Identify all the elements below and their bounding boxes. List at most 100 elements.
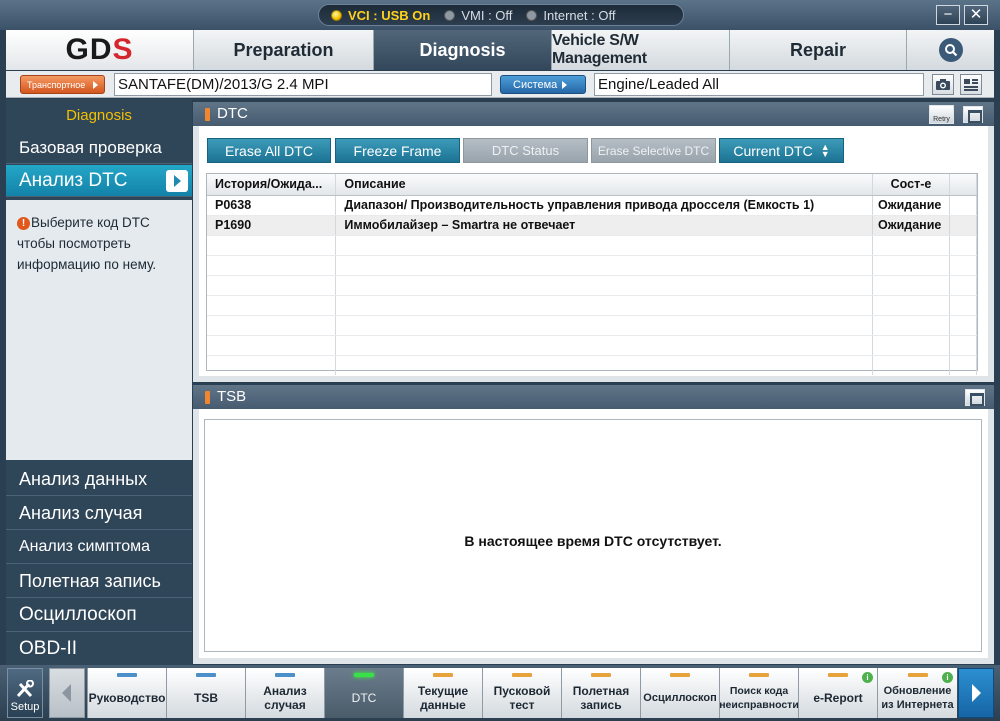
system-select-button[interactable]: Система bbox=[500, 75, 586, 94]
tool-label: DTC bbox=[351, 691, 377, 705]
indicator-icon bbox=[670, 673, 690, 677]
sidebar-item-symptom-analysis[interactable]: Анализ симптома bbox=[6, 530, 192, 564]
chevron-left-icon bbox=[62, 684, 71, 702]
internet-status-label: Internet : Off bbox=[543, 7, 616, 23]
camera-button[interactable] bbox=[932, 74, 954, 95]
vehicle-field: SANTAFE(DM)/2013/G 2.4 MPI bbox=[114, 73, 492, 96]
table-row[interactable]: P1690 Иммобилайзер – Smartra не отвечает… bbox=[207, 215, 978, 236]
toolbar-prev-button[interactable] bbox=[49, 668, 85, 718]
tool-oscilloscope[interactable]: Осциллоскоп bbox=[640, 668, 719, 718]
tool-manual[interactable]: Руководство bbox=[87, 668, 166, 718]
tool-internet-update[interactable]: i Обновление из Интернета bbox=[877, 668, 957, 718]
sidebar-item-basic-check[interactable]: Базовая проверка bbox=[6, 132, 192, 164]
tool-flight-record[interactable]: Полетная запись bbox=[561, 668, 640, 718]
column-spacer bbox=[949, 174, 978, 196]
sidebar-item-label: Анализ DTC bbox=[19, 170, 128, 191]
column-description[interactable]: Описание bbox=[335, 174, 873, 196]
dtc-code: P1690 bbox=[207, 215, 337, 236]
camera-icon bbox=[936, 79, 950, 90]
dtc-code: P0638 bbox=[207, 195, 337, 216]
sidebar-item-case-analysis[interactable]: Анализ случая bbox=[6, 496, 192, 530]
vehicle-select-button[interactable]: Транспортное средство bbox=[20, 75, 105, 94]
sidebar-item-oscilloscope[interactable]: Осциллоскоп bbox=[6, 598, 192, 632]
tool-current-data[interactable]: Текущие данные bbox=[403, 668, 482, 718]
tool-label: Обновление bbox=[883, 685, 952, 697]
vehicle-selection-row: Транспортное средство SANTAFE(DM)/2013/G… bbox=[6, 71, 994, 98]
table-row[interactable]: P0638 Диапазон/ Производительность управ… bbox=[207, 195, 978, 216]
vmi-indicator-icon bbox=[444, 9, 456, 21]
layout-button[interactable] bbox=[960, 74, 982, 95]
minimize-button[interactable]: − bbox=[936, 5, 960, 25]
connection-status: VCI : USB On VMI : Off Internet : Off bbox=[318, 4, 684, 26]
column-history[interactable]: История/Ожида... bbox=[207, 174, 337, 196]
arrow-right-icon bbox=[562, 80, 568, 89]
indicator-icon bbox=[117, 673, 137, 677]
maximize-dtc-button[interactable] bbox=[963, 106, 983, 123]
gds-logo: GD S bbox=[6, 30, 193, 70]
tool-label: Полетная bbox=[572, 684, 630, 698]
sidebar-item-dtc-analysis[interactable]: Анализ DTC bbox=[6, 165, 192, 197]
table-row-empty bbox=[207, 275, 978, 296]
indicator-icon bbox=[907, 673, 928, 677]
indicator-icon bbox=[275, 673, 295, 677]
indicator-icon bbox=[828, 673, 848, 677]
tool-label-2: запись bbox=[580, 698, 622, 712]
sidebar-item-flight-record[interactable]: Полетная запись bbox=[6, 564, 192, 598]
tool-label-2: из Интернета bbox=[881, 699, 954, 711]
tool-fault-code-search[interactable]: Поиск кода неисправности bbox=[719, 668, 799, 718]
table-row-empty bbox=[207, 235, 978, 256]
dtc-status-button[interactable]: DTC Status bbox=[463, 138, 588, 163]
tab-diagnosis[interactable]: Diagnosis bbox=[373, 30, 551, 70]
freeze-frame-button[interactable]: Freeze Frame bbox=[335, 138, 460, 163]
sidebar-info: ! Выберите код DTC чтобы посмотреть инфор… bbox=[6, 200, 192, 460]
retry-label: Retry bbox=[933, 116, 950, 123]
setup-button[interactable]: Setup bbox=[7, 668, 43, 718]
indicator-icon bbox=[354, 673, 374, 677]
vci-status-label: VCI : USB On bbox=[348, 7, 431, 23]
close-button[interactable]: ✕ bbox=[964, 5, 988, 25]
panel-marker-icon bbox=[205, 108, 210, 121]
tools-icon bbox=[16, 680, 34, 698]
erase-selective-dtc-button[interactable]: Erase Selective DTC bbox=[591, 138, 716, 163]
search-button[interactable] bbox=[906, 30, 994, 70]
tsb-panel-body: В настоящее время DTC отсутствует. bbox=[193, 409, 994, 664]
indicator-icon bbox=[433, 673, 453, 677]
tool-start-test[interactable]: Пусковой тест bbox=[482, 668, 561, 718]
tab-preparation[interactable]: Preparation bbox=[193, 30, 373, 70]
retry-button[interactable]: Retry bbox=[929, 105, 954, 124]
table-row-empty bbox=[207, 355, 978, 375]
dtc-panel-title: DTC bbox=[217, 105, 248, 122]
tool-label-2: тест bbox=[509, 698, 535, 712]
info-icon: i bbox=[942, 672, 953, 683]
dtc-description: Диапазон/ Производительность управления … bbox=[335, 195, 873, 216]
top-status-bar: VCI : USB On VMI : Off Internet : Off − … bbox=[0, 0, 1000, 30]
tool-dtc[interactable]: DTC bbox=[324, 668, 403, 718]
system-field: Engine/Leaded All bbox=[594, 73, 924, 96]
tool-tsb[interactable]: TSB bbox=[166, 668, 245, 718]
column-status[interactable]: Сост-е bbox=[872, 174, 950, 196]
system-select-label: Система bbox=[513, 78, 558, 91]
tsb-panel-title: TSB bbox=[217, 388, 247, 405]
tool-label: Текущие bbox=[417, 684, 469, 698]
table-row-empty bbox=[207, 295, 978, 316]
toolbar-next-button[interactable] bbox=[958, 668, 994, 718]
vci-indicator-icon bbox=[331, 9, 342, 21]
tool-label: Пусковой bbox=[493, 684, 551, 698]
sidebar-item-data-analysis[interactable]: Анализ данных bbox=[6, 462, 192, 496]
cell-spacer bbox=[949, 215, 978, 236]
warning-icon: ! bbox=[17, 217, 30, 230]
dtc-table: История/Ожида... Описание Сост-е P0638 Д… bbox=[207, 174, 978, 375]
tool-e-report[interactable]: i e-Report bbox=[798, 668, 877, 718]
dtc-description: Иммобилайзер – Smartra не отвечает bbox=[335, 215, 873, 236]
tab-vehicle-sw-management[interactable]: Vehicle S/W Management bbox=[551, 30, 729, 70]
dtc-status: Ожидание bbox=[872, 215, 950, 236]
current-dtc-dropdown[interactable]: Current DTC ▲ ▼ bbox=[719, 138, 844, 163]
tab-repair[interactable]: Repair bbox=[729, 30, 906, 70]
tool-label: TSB bbox=[194, 691, 218, 705]
tool-case-analysis[interactable]: Анализ случая bbox=[245, 668, 324, 718]
vmi-status-label: VMI : Off bbox=[461, 7, 513, 23]
internet-indicator-icon bbox=[526, 9, 538, 21]
sidebar-item-obd2[interactable]: OBD-II bbox=[6, 632, 192, 666]
erase-all-dtc-button[interactable]: Erase All DTC bbox=[207, 138, 331, 163]
maximize-tsb-button[interactable] bbox=[965, 389, 985, 406]
